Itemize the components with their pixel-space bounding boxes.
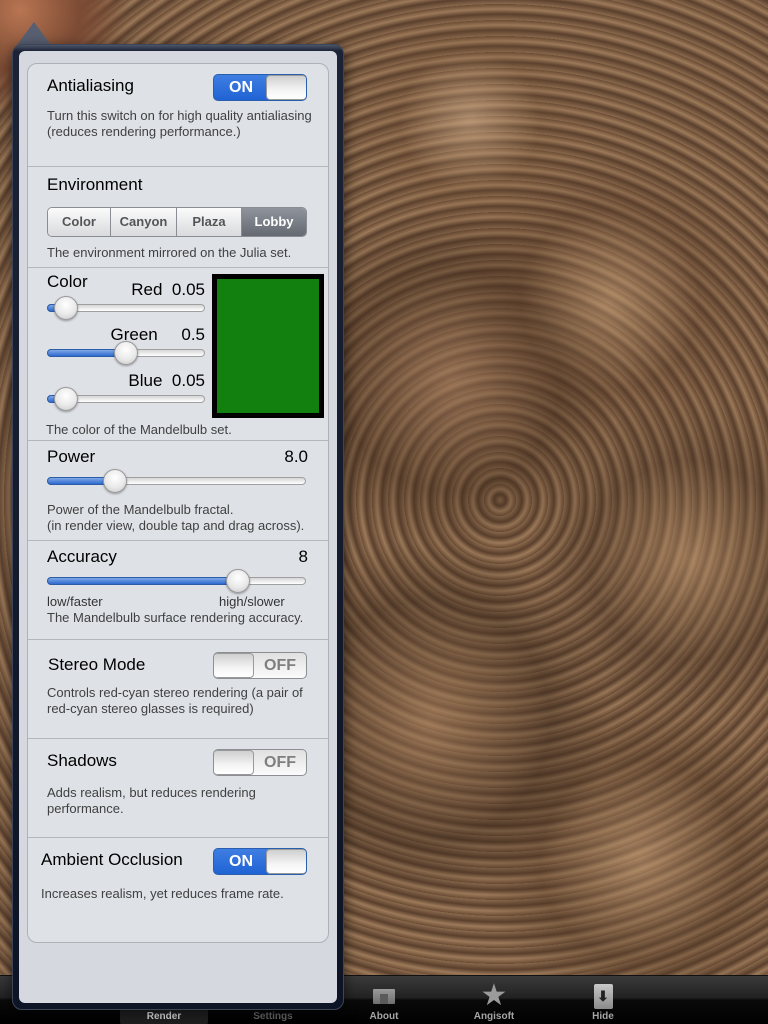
switch-knob — [214, 653, 254, 678]
shadows-desc-line1: Adds realism, but reduces rendering — [47, 785, 256, 800]
slider-thumb[interactable] — [225, 569, 250, 593]
shadows-switch-state: OFF — [264, 754, 296, 771]
hide-arrow-icon: ⬇ — [593, 983, 613, 1009]
antialiasing-description: Turn this switch on for high quality ant… — [47, 108, 312, 140]
slider-thumb[interactable] — [53, 296, 78, 320]
blue-slider[interactable] — [47, 387, 205, 411]
popover-arrow — [17, 22, 51, 45]
accuracy-max-label: high/slower — [219, 594, 285, 609]
antialiasing-cell: Antialiasing ON Turn this switch on for … — [28, 64, 328, 167]
stereo-mode-title: Stereo Mode — [48, 655, 146, 674]
accuracy-cell: Accuracy 8 low/faster high/slower The Ma… — [28, 541, 328, 640]
settings-group: Antialiasing ON Turn this switch on for … — [27, 63, 329, 943]
tab-render-label: Render — [146, 1011, 182, 1022]
about-icon — [373, 988, 395, 1004]
ambient-occlusion-description: Increases realism, yet reduces frame rat… — [41, 886, 284, 901]
stereo-mode-cell: Stereo Mode OFF Controls red-cyan stereo… — [28, 640, 328, 739]
antialiasing-switch-state: ON — [229, 79, 253, 96]
shadows-description: Adds realism, but reduces rendering perf… — [47, 785, 256, 817]
environment-cell: Environment Color Canyon Plaza Lobby The… — [28, 167, 328, 268]
antialiasing-switch[interactable]: ON — [213, 74, 307, 101]
ambient-occlusion-switch-state: ON — [229, 853, 253, 870]
shadows-title: Shadows — [47, 751, 117, 770]
stereo-mode-switch-state: OFF — [264, 657, 296, 674]
switch-knob — [214, 750, 254, 775]
power-desc-line2: (in render view, double tap and drag acr… — [47, 518, 305, 533]
accuracy-value: 8 — [298, 547, 308, 566]
environment-segmented-control: Color Canyon Plaza Lobby — [47, 207, 307, 237]
power-title: Power — [47, 447, 96, 466]
shadows-cell: Shadows OFF Adds realism, but reduces re… — [28, 739, 328, 838]
accuracy-description: The Mandelbulb surface rendering accurac… — [47, 610, 304, 625]
tab-hide[interactable]: ⬇ Hide — [555, 976, 651, 1024]
color-preview-swatch — [212, 274, 324, 418]
antialiasing-desc-line1: Turn this switch on for high quality ant… — [47, 108, 312, 123]
popover-content: Antialiasing ON Turn this switch on for … — [19, 51, 337, 1003]
tab-hide-label: Hide — [592, 1011, 614, 1022]
shadows-switch[interactable]: OFF — [213, 749, 307, 776]
stereo-mode-description: Controls red-cyan stereo rendering (a pa… — [47, 685, 303, 717]
slider-thumb[interactable] — [103, 469, 128, 493]
tab-angisoft[interactable]: ★ Angisoft — [446, 976, 542, 1024]
environment-title: Environment — [47, 175, 143, 194]
switch-knob — [266, 75, 306, 100]
red-slider[interactable] — [47, 296, 205, 320]
tab-angisoft-label: Angisoft — [473, 1011, 515, 1022]
segment-color[interactable]: Color — [48, 208, 111, 236]
segment-plaza[interactable]: Plaza — [177, 208, 242, 236]
tab-about[interactable]: About — [336, 976, 432, 1024]
tab-about-label: About — [369, 1011, 399, 1022]
ambient-occlusion-switch[interactable]: ON — [213, 848, 307, 875]
ambient-occlusion-cell: Ambient Occlusion ON Increases realism, … — [28, 838, 328, 942]
power-desc-line1: Power of the Mandelbulb fractal. — [47, 502, 234, 517]
power-description: Power of the Mandelbulb fractal. (in ren… — [47, 502, 304, 534]
power-cell: Power 8.0 Power of the Mandelbulb fracta… — [28, 441, 328, 541]
green-slider[interactable] — [47, 341, 205, 365]
antialiasing-title: Antialiasing — [47, 76, 134, 95]
environment-description: The environment mirrored on the Julia se… — [47, 245, 292, 260]
power-value: 8.0 — [284, 447, 308, 466]
segment-lobby[interactable]: Lobby — [242, 208, 306, 236]
color-title: Color — [47, 272, 88, 291]
star-icon: ★ — [480, 979, 508, 1012]
stereo-desc-line1: Controls red-cyan stereo rendering (a pa… — [47, 685, 303, 700]
stereo-desc-line2: red-cyan stereo glasses is required) — [47, 701, 254, 716]
accuracy-slider[interactable] — [47, 569, 306, 593]
accuracy-title: Accuracy — [47, 547, 117, 566]
power-slider[interactable] — [47, 469, 306, 493]
antialiasing-desc-line2: (reduces rendering performance.) — [47, 124, 241, 139]
stereo-mode-switch[interactable]: OFF — [213, 652, 307, 679]
color-cell: Color Red 0.05 Green 0.5 Blue 0.05 The c… — [28, 268, 328, 441]
segment-canyon[interactable]: Canyon — [111, 208, 177, 236]
switch-knob — [266, 849, 306, 874]
tab-settings-label: Settings — [253, 1011, 293, 1022]
slider-thumb[interactable] — [53, 387, 78, 411]
ambient-occlusion-title: Ambient Occlusion — [41, 850, 183, 869]
slider-thumb[interactable] — [114, 341, 138, 365]
slider-fill — [47, 577, 238, 585]
settings-popover: Antialiasing ON Turn this switch on for … — [12, 44, 344, 1010]
shadows-desc-line2: performance. — [47, 801, 124, 816]
color-description: The color of the Mandelbulb set. — [46, 422, 232, 437]
accuracy-min-label: low/faster — [47, 594, 103, 609]
